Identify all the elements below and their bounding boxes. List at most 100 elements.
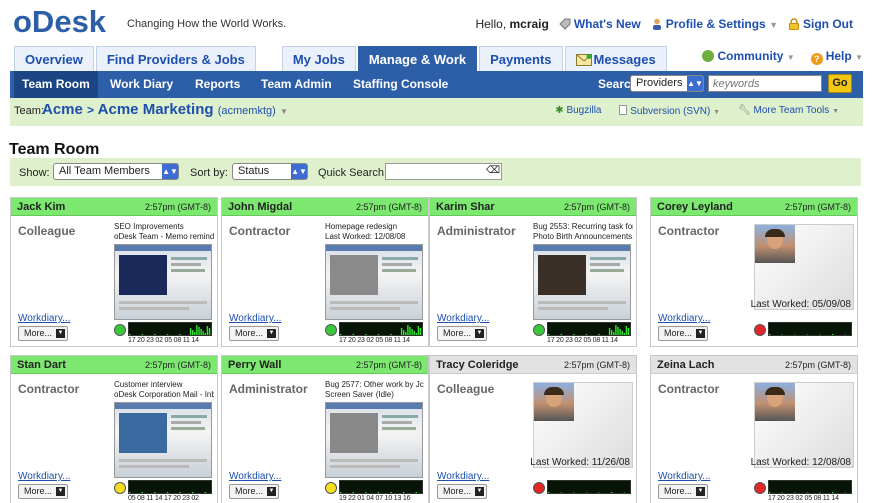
team-bar: Team: Acme > Acme Marketing (acmemktg) ▼… xyxy=(10,98,863,126)
greeting: Hello, mcraig xyxy=(475,17,549,31)
document-icon xyxy=(619,105,628,115)
screenshot-thumbnail[interactable] xyxy=(533,244,631,320)
profile-settings-link[interactable]: Profile & Settings ▼ xyxy=(651,17,778,31)
member-role: Administrator xyxy=(229,382,308,396)
sort-select[interactable]: Status ▲▼ xyxy=(232,163,308,180)
workdiary-link[interactable]: Workdiary... xyxy=(18,471,70,482)
show-select[interactable]: All Team Members ▲▼ xyxy=(53,163,179,180)
clear-search-icon[interactable]: ⌫ xyxy=(486,165,500,176)
workdiary-link[interactable]: Workdiary... xyxy=(229,471,281,482)
quick-search-label: Quick Search: xyxy=(318,167,388,179)
subversion-link[interactable]: Subversion (SVN) ▼ xyxy=(619,105,720,117)
community-link[interactable]: Community ▼ xyxy=(702,49,795,65)
chevron-down-icon: ▼ xyxy=(769,20,778,30)
help-link[interactable]: ? Help ▼ xyxy=(810,49,863,65)
member-local-time: 2:57pm (GMT-8) xyxy=(355,360,422,370)
subnav-team-room[interactable]: Team Room xyxy=(14,71,98,98)
avatar[interactable] xyxy=(755,383,795,421)
tag-icon xyxy=(559,18,571,30)
last-worked: Last Worked: 05/09/08 xyxy=(750,299,851,310)
tagline: Changing How the World Works. xyxy=(127,18,287,30)
subnav-work-diary[interactable]: Work Diary xyxy=(102,71,181,98)
more-team-tools-link[interactable]: 🔧︎ More Team Tools ▼ xyxy=(738,105,839,117)
chevron-down-icon: ▼ xyxy=(267,487,276,496)
tab-find-providers-jobs[interactable]: Find Providers & Jobs xyxy=(95,46,256,71)
more-dropdown[interactable]: More... ▼ xyxy=(658,484,708,499)
more-dropdown[interactable]: More... ▼ xyxy=(18,484,68,499)
sort-label: Sort by: xyxy=(190,167,228,179)
team-member-card: Jack Kim 2:57pm (GMT-8) Colleague SEO Impro… xyxy=(10,197,218,347)
user-icon xyxy=(652,18,661,30)
more-dropdown[interactable]: More... ▼ xyxy=(437,326,487,341)
search-scope-select[interactable]: Providers ▲▼ xyxy=(630,75,704,92)
more-dropdown[interactable]: More... ▼ xyxy=(658,326,708,341)
page-title: Team Room xyxy=(9,141,100,158)
select-arrows-icon: ▲▼ xyxy=(291,164,307,179)
tab-manage-work[interactable]: Manage & Work xyxy=(357,46,478,71)
workdiary-link[interactable]: Workdiary... xyxy=(18,313,70,324)
member-role: Colleague xyxy=(18,224,76,238)
member-name[interactable]: Corey Leyland xyxy=(657,201,733,213)
chevron-down-icon: ▼ xyxy=(696,487,705,496)
whats-new-link[interactable]: What's New xyxy=(559,17,641,31)
member-name[interactable]: Tracy Coleridge xyxy=(436,359,519,371)
subnav-team-admin[interactable]: Team Admin xyxy=(253,71,340,98)
more-dropdown[interactable]: More... ▼ xyxy=(229,326,279,341)
more-dropdown[interactable]: More... ▼ xyxy=(18,326,68,341)
tab-overview[interactable]: Overview xyxy=(14,46,94,71)
bugzilla-link[interactable]: ✱ Bugzilla xyxy=(555,105,601,117)
sub-navigation: Team Room Work Diary Reports Team Admin … xyxy=(10,71,863,98)
team-member-card: John Migdal 2:57pm (GMT-8) Contractor Homep… xyxy=(221,197,429,347)
tab-payments[interactable]: Payments xyxy=(479,46,563,71)
avatar[interactable] xyxy=(534,383,574,421)
activity-axis-labels: 17 20 23 02 05 08 11 14 xyxy=(339,337,410,344)
username: mcraig xyxy=(509,17,549,31)
status-indicator xyxy=(754,482,766,494)
sign-out-link[interactable]: Sign Out xyxy=(788,17,853,31)
card-header: Tracy Coleridge 2:57pm (GMT-8) xyxy=(430,356,636,374)
avatar[interactable] xyxy=(755,225,795,263)
workdiary-link[interactable]: Workdiary... xyxy=(658,313,710,324)
workdiary-link[interactable]: Workdiary... xyxy=(229,313,281,324)
team-member-card: Tracy Coleridge 2:57pm (GMT-8) Colleague L… xyxy=(429,355,637,503)
workdiary-link[interactable]: Workdiary... xyxy=(658,471,710,482)
tab-messages[interactable]: Messages xyxy=(564,46,667,71)
team-member-card: Perry Wall 2:57pm (GMT-8) Administrator Bug… xyxy=(221,355,429,503)
subnav-reports[interactable]: Reports xyxy=(187,71,248,98)
search-go-button[interactable]: Go xyxy=(828,74,852,93)
activity-meter xyxy=(128,322,212,336)
team-selector[interactable]: Acme > Acme Marketing (acmemktg) ▼ xyxy=(42,101,288,118)
member-name[interactable]: Jack Kim xyxy=(17,201,65,213)
screenshot-thumbnail[interactable] xyxy=(114,402,212,478)
quick-search-input[interactable] xyxy=(385,163,502,180)
member-name[interactable]: Karim Shar xyxy=(436,201,495,213)
member-role: Contractor xyxy=(658,382,720,396)
search-input[interactable] xyxy=(708,75,822,92)
screenshot-thumbnail[interactable] xyxy=(325,244,423,320)
status-indicator xyxy=(325,482,337,494)
card-header: Jack Kim 2:57pm (GMT-8) xyxy=(11,198,217,216)
member-local-time: 2:57pm (GMT-8) xyxy=(355,202,422,212)
activity-axis-labels: 19 22 01 04 07 10 13 16 xyxy=(339,495,411,502)
more-dropdown[interactable]: More... ▼ xyxy=(437,484,487,499)
member-name[interactable]: Perry Wall xyxy=(228,359,281,371)
member-local-time: 2:57pm (GMT-8) xyxy=(784,202,851,212)
tab-my-jobs[interactable]: My Jobs xyxy=(281,46,356,71)
subnav-staffing-console[interactable]: Staffing Console xyxy=(345,71,456,98)
member-local-time: 2:57pm (GMT-8) xyxy=(144,202,211,212)
member-local-time: 2:57pm (GMT-8) xyxy=(144,360,211,370)
odesk-logo[interactable]: oDesk xyxy=(13,4,118,38)
more-dropdown[interactable]: More... ▼ xyxy=(229,484,279,499)
workdiary-link[interactable]: Workdiary... xyxy=(437,313,489,324)
member-role: Administrator xyxy=(437,224,516,238)
envelope-icon xyxy=(575,54,592,66)
status-indicator xyxy=(114,324,126,336)
team-label: Team: xyxy=(14,105,44,117)
member-name[interactable]: John Migdal xyxy=(228,201,292,213)
member-name[interactable]: Stan Dart xyxy=(17,359,66,371)
workdiary-link[interactable]: Workdiary... xyxy=(437,471,489,482)
screenshot-thumbnail[interactable] xyxy=(114,244,212,320)
svg-text:oDesk: oDesk xyxy=(13,4,107,38)
member-name[interactable]: Zeina Lach xyxy=(657,359,714,371)
screenshot-thumbnail[interactable] xyxy=(325,402,423,478)
